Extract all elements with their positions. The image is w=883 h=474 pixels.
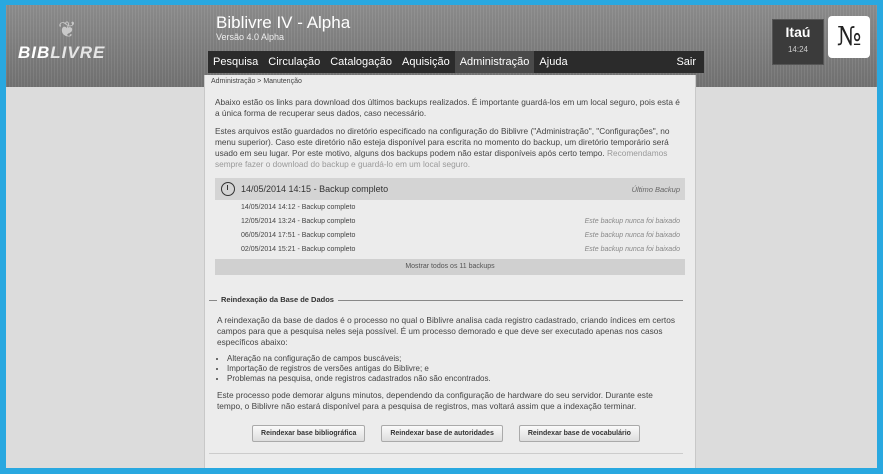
backup-row[interactable]: 12/05/2014 13:24 - Backup completo Este … (215, 214, 685, 228)
main-menu: Pesquisa Circulação Catalogação Aquisiçã… (208, 51, 704, 73)
app-frame: ❦ BIBLIVRE Biblivre IV - Alpha Versão 4.… (6, 5, 877, 468)
list-item: Problemas na pesquisa, onde registros ca… (227, 374, 679, 384)
backup-note: Este backup nunca foi baixado (584, 231, 680, 239)
show-all-backups-button[interactable]: Mostrar todos os 11 backups (215, 259, 685, 275)
app-version: Versão 4.0 Alpha (216, 32, 285, 42)
backup-intro: Abaixo estão os links para download dos … (215, 97, 680, 118)
backup-link[interactable]: 14/05/2014 14:12 - Backup completo (215, 204, 355, 211)
backup-link[interactable]: 02/05/2014 15:21 - Backup completo (215, 246, 355, 253)
menu-ajuda[interactable]: Ajuda (534, 51, 572, 73)
reindex-body: A reindexação da base de dados é o proce… (217, 315, 679, 418)
menu-catalogacao[interactable]: Catalogação (325, 51, 397, 73)
backup-row[interactable]: 14/05/2014 14:12 - Backup completo (215, 200, 685, 214)
reindex-fieldset: Reindexação da Base de Dados A reindexaç… (209, 295, 683, 454)
library-name: Itaú (785, 24, 811, 40)
main-content: Administração > Manutenção Abaixo estão … (204, 75, 696, 468)
backup-row[interactable]: 02/05/2014 15:21 - Backup completo Este … (215, 242, 685, 256)
app-title: Biblivre IV - Alpha (216, 13, 351, 32)
backup-note: Este backup nunca foi baixado (584, 217, 680, 225)
menu-aquisicao[interactable]: Aquisição (397, 51, 455, 73)
latest-backup-link[interactable]: 14/05/2014 14:15 - Backup completo (241, 184, 388, 194)
logo-wordmark: BIBLIVRE (18, 43, 106, 62)
backup-row[interactable]: 06/05/2014 17:51 - Backup completo Este … (215, 228, 685, 242)
backup-note: Este backup nunca foi baixado (584, 245, 680, 253)
menu-circulacao[interactable]: Circulação (263, 51, 325, 73)
biblivre-logo[interactable]: ❦ BIBLIVRE (18, 19, 108, 71)
menu-pesquisa[interactable]: Pesquisa (208, 51, 263, 73)
latest-backup-row[interactable]: 14/05/2014 14:15 - Backup completo Últim… (215, 178, 685, 200)
bank-monogram-icon: № (828, 16, 870, 58)
latest-backup-tag: Último Backup (631, 184, 680, 194)
list-item: Alteração na configuração de campos busc… (227, 354, 679, 364)
clock-time: 14:24 (787, 45, 809, 54)
reindex-cases-list: Alteração na configuração de campos busc… (217, 354, 679, 384)
history-icon (221, 182, 235, 196)
reindex-legend: Reindexação da Base de Dados (217, 295, 338, 304)
backup-directory-note: Estes arquivos estão guardados no diretó… (215, 126, 685, 170)
reindex-authorities-button[interactable]: Reindexar base de autoridades (381, 425, 503, 442)
logout-link[interactable]: Sair (671, 51, 704, 73)
book-icon: ❦ (58, 17, 77, 42)
reindex-bibliographic-button[interactable]: Reindexar base bibliográfica (252, 425, 366, 442)
list-item: Importação de registros de versões antig… (227, 364, 679, 374)
reindex-buttons: Reindexar base bibliográfica Reindexar b… (209, 425, 683, 442)
menu-administracao[interactable]: Administração (454, 51, 535, 73)
backup-directory-text: Estes arquivos estão guardados no diretó… (215, 126, 670, 158)
reindex-intro: A reindexação da base de dados é o proce… (217, 315, 675, 347)
reindex-warning: Este processo pode demorar alguns minuto… (217, 390, 653, 411)
backup-link[interactable]: 06/05/2014 17:51 - Backup completo (215, 232, 355, 239)
library-badge: Itaú 14:24 (772, 19, 824, 65)
breadcrumb: Administração > Manutenção (211, 78, 302, 85)
backup-section: Abaixo estão os links para download dos … (215, 97, 685, 275)
reindex-vocabulary-button[interactable]: Reindexar base de vocabulário (518, 425, 640, 442)
backup-link[interactable]: 12/05/2014 13:24 - Backup completo (215, 218, 355, 225)
